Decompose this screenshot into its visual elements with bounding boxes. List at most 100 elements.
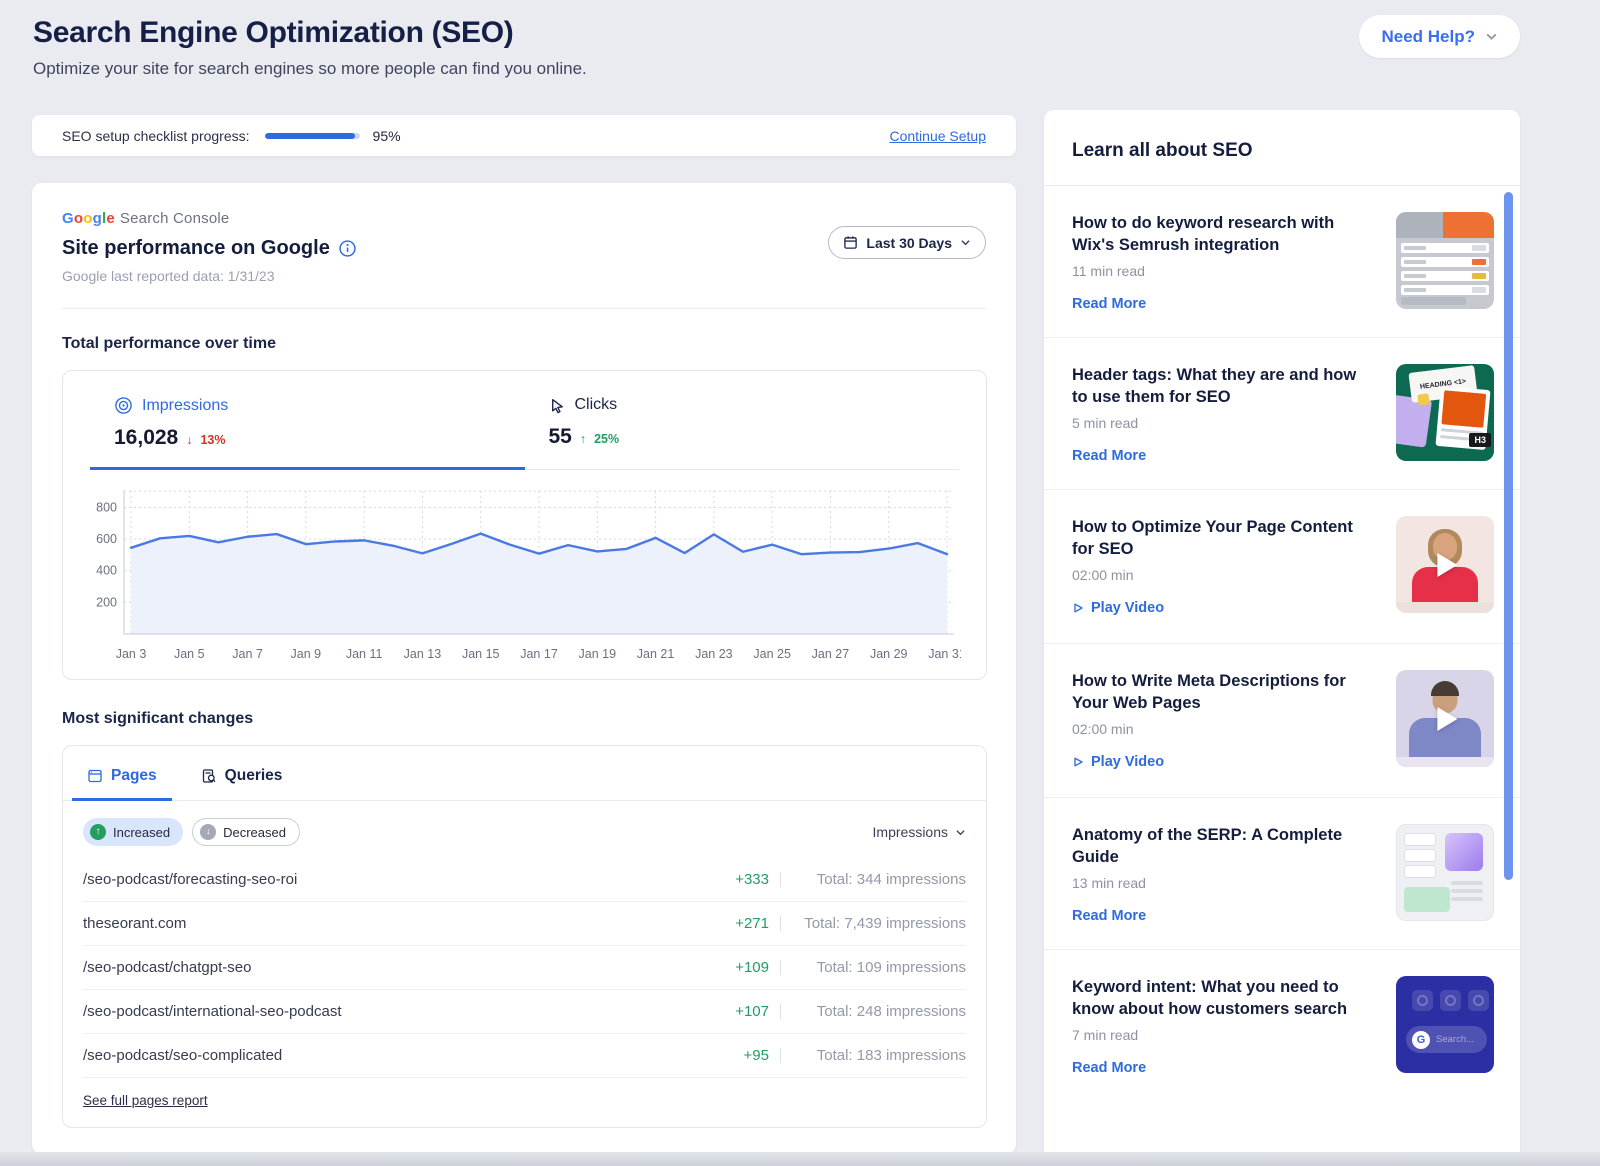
- row-total: Total: 344 impressions: [792, 871, 966, 888]
- tab-queries[interactable]: Queries: [199, 746, 285, 800]
- article-card: How to Optimize Your Page Content for SE…: [1044, 489, 1520, 643]
- impressions-value: 16,028: [114, 426, 178, 450]
- divider: [780, 916, 781, 931]
- google-g-icon: G: [1412, 1031, 1430, 1049]
- svg-text:Jan 23: Jan 23: [695, 647, 733, 661]
- decorative-shape: [1401, 243, 1489, 253]
- read-more-link[interactable]: Read More: [1072, 296, 1146, 312]
- page-subtitle: Optimize your site for search engines so…: [33, 59, 587, 79]
- performance-stats-card: Impressions 16,028 ↓ 13% Clicks 55 ↑: [62, 370, 987, 680]
- impressions-stat-tab[interactable]: Impressions 16,028 ↓ 13%: [90, 371, 525, 470]
- row-page-url: /seo-podcast/forecasting-seo-roi: [83, 871, 711, 888]
- learn-panel-title: Learn all about SEO: [1044, 110, 1520, 186]
- arrow-up-circle-icon: ↑: [90, 824, 106, 840]
- svg-text:Jan 21: Jan 21: [637, 647, 675, 661]
- seo-checklist-progress-card: SEO setup checklist progress: 95% Contin…: [32, 115, 1016, 156]
- clicks-change: 25%: [594, 432, 619, 446]
- card-title: Site performance on Google: [62, 237, 330, 260]
- need-help-button[interactable]: Need Help?: [1359, 15, 1520, 58]
- svg-text:Jan 25: Jan 25: [753, 647, 791, 661]
- article-card: Header tags: What they are and how to us…: [1044, 337, 1520, 489]
- table-row[interactable]: /seo-podcast/forecasting-seo-roi +333 To…: [83, 858, 966, 902]
- svg-text:Jan 13: Jan 13: [404, 647, 442, 661]
- read-more-link[interactable]: Read More: [1072, 1060, 1146, 1076]
- svg-text:Jan 11: Jan 11: [346, 647, 383, 661]
- scrollbar[interactable]: [1504, 192, 1513, 880]
- clicks-stat-tab[interactable]: Clicks 55 ↑ 25%: [525, 371, 960, 470]
- last-reported-text: Google last reported data: 1/31/23: [62, 268, 986, 284]
- google-search-bar: G Search...: [1406, 1026, 1487, 1053]
- filter-increased[interactable]: ↑ Increased: [83, 818, 183, 846]
- divider: [780, 872, 781, 887]
- read-more-link[interactable]: Read More: [1072, 908, 1146, 924]
- sort-dropdown[interactable]: Impressions: [873, 824, 966, 840]
- progress-label: SEO setup checklist progress:: [62, 128, 250, 144]
- filter-decreased[interactable]: ↓ Decreased: [192, 818, 300, 846]
- chevron-down-icon: [1485, 30, 1498, 43]
- significant-changes-card: Pages Queries ↑ Increased ↓ Decreased Im…: [62, 745, 987, 1128]
- svg-text:Jan 17: Jan 17: [520, 647, 558, 661]
- full-pages-report-link[interactable]: See full pages report: [83, 1093, 208, 1108]
- sort-label: Impressions: [873, 824, 948, 840]
- location-pin-icon: [1412, 990, 1433, 1011]
- row-change: +95: [711, 1047, 769, 1064]
- row-change: +107: [711, 1003, 769, 1020]
- row-page-url: /seo-podcast/international-seo-podcast: [83, 1003, 711, 1020]
- divider: [780, 1004, 781, 1019]
- tab-queries-label: Queries: [225, 767, 283, 785]
- decorative-shape: [1451, 881, 1483, 885]
- page-header: Search Engine Optimization (SEO) Optimiz…: [33, 16, 587, 79]
- article-title: How to Optimize Your Page Content for SE…: [1072, 516, 1374, 560]
- decorative-shape: [1396, 602, 1494, 613]
- info-icon: [1440, 990, 1461, 1011]
- table-row[interactable]: /seo-podcast/chatgpt-seo +109 Total: 109…: [83, 946, 966, 990]
- h3-tag-label: H3: [1469, 433, 1491, 447]
- video-thumbnail[interactable]: [1396, 670, 1494, 767]
- changes-section-title: Most significant changes: [62, 710, 1016, 728]
- svg-text:Jan 3: Jan 3: [116, 647, 147, 661]
- row-total: Total: 183 impressions: [792, 1047, 966, 1064]
- clicks-label: Clicks: [575, 396, 618, 414]
- svg-text:Jan 19: Jan 19: [579, 647, 617, 661]
- article-thumbnail[interactable]: G Search...: [1396, 976, 1494, 1073]
- filter-decreased-label: Decreased: [223, 825, 286, 840]
- impressions-change: 13%: [200, 433, 225, 447]
- article-meta: 02:00 min: [1072, 721, 1374, 737]
- play-video-link[interactable]: Play Video: [1072, 600, 1164, 616]
- table-row[interactable]: theseorant.com +271 Total: 7,439 impress…: [83, 902, 966, 946]
- decorative-shape: [1404, 833, 1436, 846]
- page-title: Search Engine Optimization (SEO): [33, 16, 587, 50]
- article-thumbnail[interactable]: [1396, 212, 1494, 309]
- article-thumbnail[interactable]: [1396, 824, 1494, 921]
- article-meta: 7 min read: [1072, 1027, 1374, 1043]
- pages-icon: [87, 768, 103, 784]
- table-row[interactable]: /seo-podcast/international-seo-podcast +…: [83, 990, 966, 1034]
- tab-pages[interactable]: Pages: [85, 746, 159, 800]
- decorative-shape: [1404, 849, 1436, 862]
- decorative-shape: [1443, 212, 1494, 238]
- svg-text:200: 200: [96, 595, 117, 609]
- decorative-shape: [1404, 865, 1436, 878]
- article-meta: 11 min read: [1072, 263, 1374, 279]
- video-thumbnail[interactable]: [1396, 516, 1494, 613]
- date-range-dropdown[interactable]: Last 30 Days: [828, 226, 986, 259]
- svg-text:Jan 15: Jan 15: [462, 647, 500, 661]
- article-title: Header tags: What they are and how to us…: [1072, 364, 1374, 408]
- tab-pages-label: Pages: [111, 767, 157, 785]
- document-icon: [1468, 990, 1489, 1011]
- play-icon: [1437, 553, 1457, 577]
- clicks-change-arrow: ↑: [580, 432, 586, 446]
- need-help-label: Need Help?: [1381, 27, 1475, 47]
- table-row[interactable]: /seo-podcast/seo-complicated +95 Total: …: [83, 1034, 966, 1078]
- read-more-link[interactable]: Read More: [1072, 448, 1146, 464]
- article-thumbnail[interactable]: HEADING <1> H3: [1396, 364, 1494, 461]
- svg-text:Jan 7: Jan 7: [232, 647, 263, 661]
- continue-setup-link[interactable]: Continue Setup: [889, 128, 986, 144]
- info-icon[interactable]: [339, 240, 356, 257]
- play-video-link[interactable]: Play Video: [1072, 754, 1164, 770]
- row-page-url: /seo-podcast/chatgpt-seo: [83, 959, 711, 976]
- row-change: +333: [711, 871, 769, 888]
- article-meta: 13 min read: [1072, 875, 1374, 891]
- decorative-shape: [1417, 393, 1429, 405]
- divider: [62, 308, 986, 309]
